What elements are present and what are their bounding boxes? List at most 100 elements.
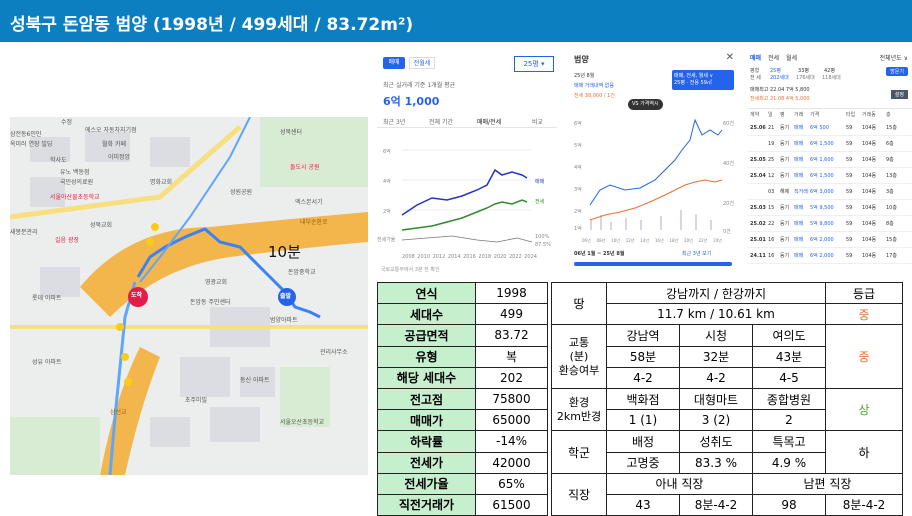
map-label: 돌도시 공원 (290, 164, 320, 171)
size-option[interactable]: 33평 (798, 67, 809, 74)
env-header: 백화점 (606, 387, 680, 411)
env-value: 2 (752, 409, 826, 432)
trend-chart (589, 118, 723, 230)
range-link[interactable]: 최근 3년 보기 (682, 250, 711, 257)
tab-jeonse[interactable]: 전세 (768, 53, 779, 62)
spec-value: 42000 (475, 451, 548, 474)
trade-dong: 104동 (862, 205, 877, 211)
map-label: 이미정앙 (108, 154, 131, 161)
trend-title: 범양 (574, 55, 589, 64)
list-header: 계약 일 평 거래 가격 타입 거래동 층 (748, 108, 912, 120)
trade-row[interactable]: 25.05 25 등기 매매 6억 1,600 59 104동 9층 (748, 152, 912, 168)
trade-row[interactable]: 25.02 22 등기 매매 5억 9,800 59 104동 8층 (748, 216, 912, 232)
x-tick: 2010 (417, 254, 431, 260)
area-select[interactable]: 25평 ▾ (514, 56, 554, 72)
trade-row[interactable]: 25.03 15 등기 매매 5억 9,500 59 104동 10층 (748, 200, 912, 216)
trade-dong: 104동 (862, 157, 877, 163)
price-subtitle: 최근 실거래 기준 1개월 평균 (383, 82, 456, 89)
trade-price: 6억 1,600 (810, 157, 834, 163)
trade-row[interactable]: 03 해제 직거래 6억 3,000 59 104동 3층 (748, 184, 912, 200)
tab-wolse[interactable]: 월세 (786, 53, 797, 62)
trade-area: 59 (846, 173, 853, 179)
transfers: 4-5 (752, 366, 826, 389)
y-tick: 3억 (574, 187, 582, 193)
spec-value: 65000 (475, 409, 548, 432)
close-icon[interactable]: ✕ (726, 52, 734, 63)
x-tick: 06년 (582, 238, 591, 243)
y-tick: 1억 (574, 226, 582, 232)
x-tick: 2024 (524, 254, 537, 260)
x-tick: 2016 (463, 254, 476, 260)
map-label: 수정 (61, 119, 73, 126)
settings-button[interactable]: 설정 (890, 90, 908, 99)
trade-row[interactable]: 25.04 12 등기 매매 6억 1,500 59 104동 13층 (748, 168, 912, 184)
add-visit-button[interactable]: 방문기 (886, 67, 908, 76)
year-select[interactable]: 전체년도 ∨ (880, 53, 908, 62)
spec-value: 1998 (475, 281, 548, 305)
count-tick: 20건 (723, 201, 734, 207)
map-label: 서울아산물초등학교 (50, 194, 100, 201)
trade-price: 6억 1,500 (810, 141, 834, 147)
y-tick: 6억 (383, 149, 391, 155)
tab-sale[interactable]: 매매 (383, 57, 405, 69)
tab-compare[interactable]: 비교 (532, 117, 543, 126)
school-grade: 하 (825, 430, 903, 474)
map-label: 내부순환로 (300, 219, 328, 226)
map-label: 길음 광장 (55, 237, 79, 244)
trade-ym: 25.06 (750, 125, 766, 131)
trend-panel: 범양 ✕ 25년 8월 매매 거래내역 없음 전세 38,000 / 1건 매매… (570, 50, 740, 276)
trade-ym: 24.11 (750, 253, 766, 259)
tab-3years[interactable]: 최근 3년 (383, 117, 405, 126)
vs-button[interactable]: VS 가격역시 (628, 99, 663, 110)
spec-row: 전세가율 65% (377, 472, 548, 495)
footnote: 국토교통부에서 3분 전 확인 (381, 267, 440, 273)
x-tick: 10년 (611, 238, 620, 243)
map-label: 엑스본서기 (295, 199, 323, 206)
size-option[interactable]: 25평 (770, 67, 781, 74)
trade-dong: 104동 (862, 237, 877, 243)
trade-day: 25 (768, 157, 775, 163)
trade-floor: 17층 (886, 253, 897, 259)
map-label: 성북교회 (90, 222, 113, 229)
count-tick: 40건 (723, 161, 734, 167)
tab-sale[interactable]: 매매 (750, 53, 761, 62)
school-value: 83.3 % (679, 451, 753, 474)
legend-sale: 매매 (535, 179, 545, 185)
spec-row: 공급면적 83.72 (377, 324, 548, 347)
map-label: 유노 백동점 (60, 169, 90, 176)
trade-row[interactable]: 25.01 16 등기 매매 6억 2,000 59 104동 15층 (748, 232, 912, 248)
map[interactable]: 도착 출발 10분 수정 에스오 자동차지기점 삼전동6인민 옥미러 연장 빌딩… (10, 117, 368, 475)
trade-floor: 15층 (886, 125, 897, 131)
trade-row[interactable]: 25.06 21 등기 매매 6억 500 59 104동 15층 (748, 120, 912, 136)
trade-floor: 3층 (886, 189, 894, 195)
location-table: 땅 강남까지 / 한강까지 등급 11.7 km / 10.61 km 중 교통… (551, 281, 903, 516)
tab-all[interactable]: 전체 기간 (429, 117, 453, 126)
spec-row: 연식 1998 (377, 281, 548, 305)
map-label: 관리사무소 (320, 349, 348, 356)
filter-button[interactable]: 매매, 전세, 월세 ∨ 25평 · 전용 59㎡ (672, 70, 734, 90)
minutes: 32분 (679, 345, 753, 368)
trade-price: 6억 2,000 (810, 253, 834, 259)
land-grade: 중 (825, 303, 903, 326)
tab-sale-jeonse[interactable]: 매매/전세 (477, 117, 501, 126)
trade-row[interactable]: 24.11 16 등기 매매 6억 2,000 59 104동 17층 (748, 248, 912, 264)
jeonse-value: 전세 38,000 / 1건 (574, 93, 615, 99)
trade-list-panel: 매매 전세 월세 전체년도 ∨ 평형 전 세 25평 202세대 33평 176… (748, 50, 912, 276)
job-value: 8분-4-2 (825, 493, 903, 516)
trade-area: 59 (846, 125, 853, 131)
map-label: 삼전동6인민 (10, 131, 42, 138)
size-option[interactable]: 42평 (824, 67, 835, 74)
spec-value: -14% (475, 430, 548, 453)
trade-day: 16 (768, 237, 775, 243)
trade-status: 등기 (780, 253, 790, 259)
trade-kind: 매매 (794, 221, 804, 227)
trade-row[interactable]: 19 등기 매매 6억 1,500 59 104동 6층 (748, 136, 912, 152)
map-label: 명화교회 (150, 179, 173, 186)
env-label: 환경 2km반경 (551, 387, 607, 432)
tab-rent[interactable]: 전월세 (409, 57, 435, 69)
trade-status: 등기 (780, 221, 790, 227)
school-header: 성취도 (679, 430, 753, 453)
trade-kind: 매매 (794, 173, 804, 179)
map-label: 롯데 아파트 (32, 295, 62, 302)
range-slider[interactable] (574, 262, 732, 266)
